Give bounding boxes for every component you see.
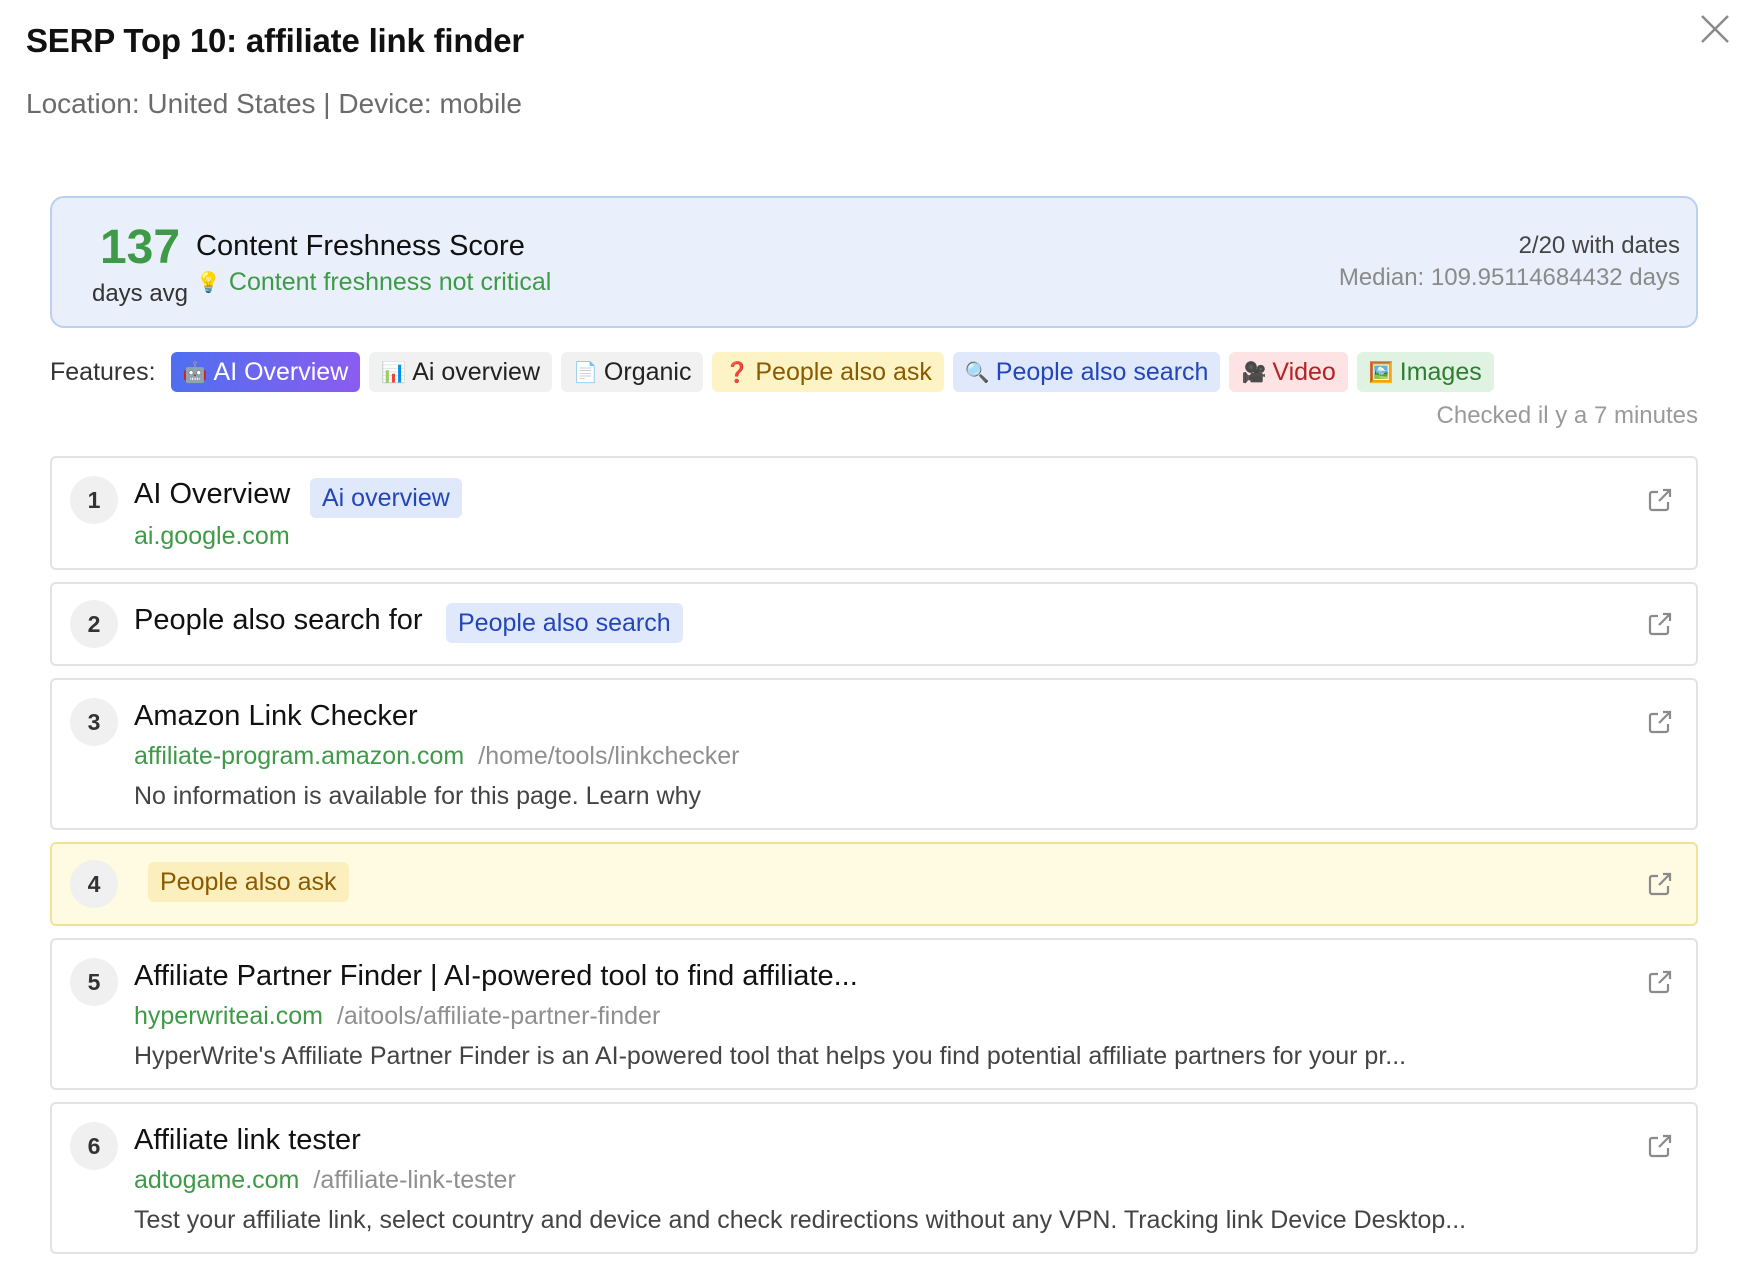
result-url: ai.google.com (134, 522, 290, 551)
result-title[interactable]: Affiliate link tester (134, 1124, 361, 1157)
freshness-title: Content Freshness Score (196, 230, 525, 262)
rank-badge: 5 (70, 958, 118, 1006)
result-card-people-also-ask[interactable]: 4 People also ask (50, 842, 1698, 926)
result-url: adtogame.com/affiliate-link-tester (134, 1166, 516, 1195)
result-domain: ai.google.com (134, 522, 290, 550)
external-link-icon[interactable] (1646, 708, 1674, 736)
freshness-dates-count: 2/20 with dates (1518, 232, 1680, 259)
close-button[interactable] (1694, 8, 1738, 52)
result-title[interactable]: AI Overview (134, 478, 290, 511)
freshness-unit: days avg (91, 280, 189, 307)
result-title[interactable]: People also search for (134, 604, 423, 637)
result-title[interactable]: Affiliate Partner Finder | AI-powered to… (134, 960, 858, 993)
result-card[interactable]: 1 AI Overview Ai overview ai.google.com (50, 456, 1698, 570)
result-url: affiliate-program.amazon.com/home/tools/… (134, 742, 739, 771)
external-link-icon[interactable] (1646, 610, 1674, 638)
question-mark-icon: ❓ (724, 361, 750, 384)
result-snippet: Test your affiliate link, select country… (134, 1206, 1467, 1234)
chip-label: People also search (995, 357, 1209, 386)
feature-chip-images[interactable]: 🖼️ Images (1356, 352, 1494, 392)
feature-chip-video[interactable]: 🎥 Video (1229, 352, 1348, 392)
freshness-median: Median: 109.95114684432 days (1338, 264, 1680, 291)
result-domain: adtogame.com (134, 1166, 300, 1194)
result-snippet: HyperWrite's Affiliate Partner Finder is… (134, 1042, 1407, 1070)
rank-badge: 1 (70, 476, 118, 524)
lightbulb-icon: 💡 (196, 272, 221, 294)
freshness-card: 137 days avg Content Freshness Score 💡 C… (50, 196, 1698, 328)
rank-badge: 3 (70, 698, 118, 746)
features-row: Features: 🤖 AI Overview 📊 Ai overview 📄 … (50, 352, 1494, 392)
result-domain: hyperwriteai.com (134, 1002, 323, 1030)
feature-chip-ai-overview[interactable]: 🤖 AI Overview (170, 352, 361, 392)
chip-label: Video (1272, 357, 1336, 386)
feature-chip-people-also-search[interactable]: 🔍 People also search (952, 352, 1221, 392)
result-card[interactable]: 3 Amazon Link Checker affiliate-program.… (50, 678, 1698, 830)
robot-icon: 🤖 (182, 361, 208, 384)
document-icon: 📄 (573, 361, 598, 384)
rank-badge: 6 (70, 1122, 118, 1170)
checked-timestamp: Checked il y a 7 minutes (1436, 402, 1698, 429)
result-path: /affiliate-link-tester (313, 1166, 516, 1194)
feature-chip-ai-overview-alt[interactable]: 📊 Ai overview (369, 352, 553, 392)
result-type-tag: Ai overview (310, 478, 462, 518)
rank-badge: 2 (70, 600, 118, 648)
video-camera-icon: 🎥 (1241, 361, 1267, 384)
close-icon[interactable] (1694, 8, 1738, 52)
result-card[interactable]: 6 Affiliate link tester adtogame.com/aff… (50, 1102, 1698, 1254)
chip-label: AI Overview (213, 357, 349, 386)
feature-chip-people-also-ask[interactable]: ❓ People also ask (712, 352, 944, 392)
freshness-status: 💡 Content freshness not critical (196, 268, 551, 297)
freshness-status-text: Content freshness not critical (228, 268, 552, 296)
modal-subtitle: Location: United States | Device: mobile (26, 88, 522, 119)
picture-icon: 🖼️ (1368, 361, 1394, 384)
result-url: hyperwriteai.com/aitools/affiliate-partn… (134, 1002, 660, 1031)
result-domain: affiliate-program.amazon.com (134, 742, 465, 770)
external-link-icon[interactable] (1646, 1132, 1674, 1160)
external-link-icon[interactable] (1646, 870, 1674, 898)
result-title[interactable]: Amazon Link Checker (134, 700, 418, 733)
external-link-icon[interactable] (1646, 968, 1674, 996)
result-card[interactable]: 5 Affiliate Partner Finder | AI-powered … (50, 938, 1698, 1090)
modal-title: SERP Top 10: affiliate link finder (26, 22, 525, 59)
chip-label: Organic (603, 357, 692, 386)
result-snippet: No information is available for this pag… (134, 782, 701, 810)
result-type-tag: People also ask (148, 862, 349, 902)
result-type-tag: People also search (446, 603, 683, 643)
feature-chip-organic[interactable]: 📄 Organic (561, 352, 704, 392)
features-label: Features: (50, 357, 156, 386)
chip-label: People also ask (755, 357, 932, 386)
result-path: /home/tools/linkchecker (478, 742, 740, 770)
external-link-icon[interactable] (1646, 486, 1674, 514)
rank-badge: 4 (70, 860, 118, 908)
result-path: /aitools/affiliate-partner-finder (336, 1002, 661, 1030)
freshness-score: 137 (99, 221, 181, 274)
bar-chart-icon: 📊 (381, 361, 407, 384)
chip-label: Images (1399, 357, 1482, 386)
chip-label: Ai overview (412, 357, 541, 386)
result-card[interactable]: 2 People also search for People also sea… (50, 582, 1698, 666)
magnifier-icon: 🔍 (964, 361, 990, 384)
